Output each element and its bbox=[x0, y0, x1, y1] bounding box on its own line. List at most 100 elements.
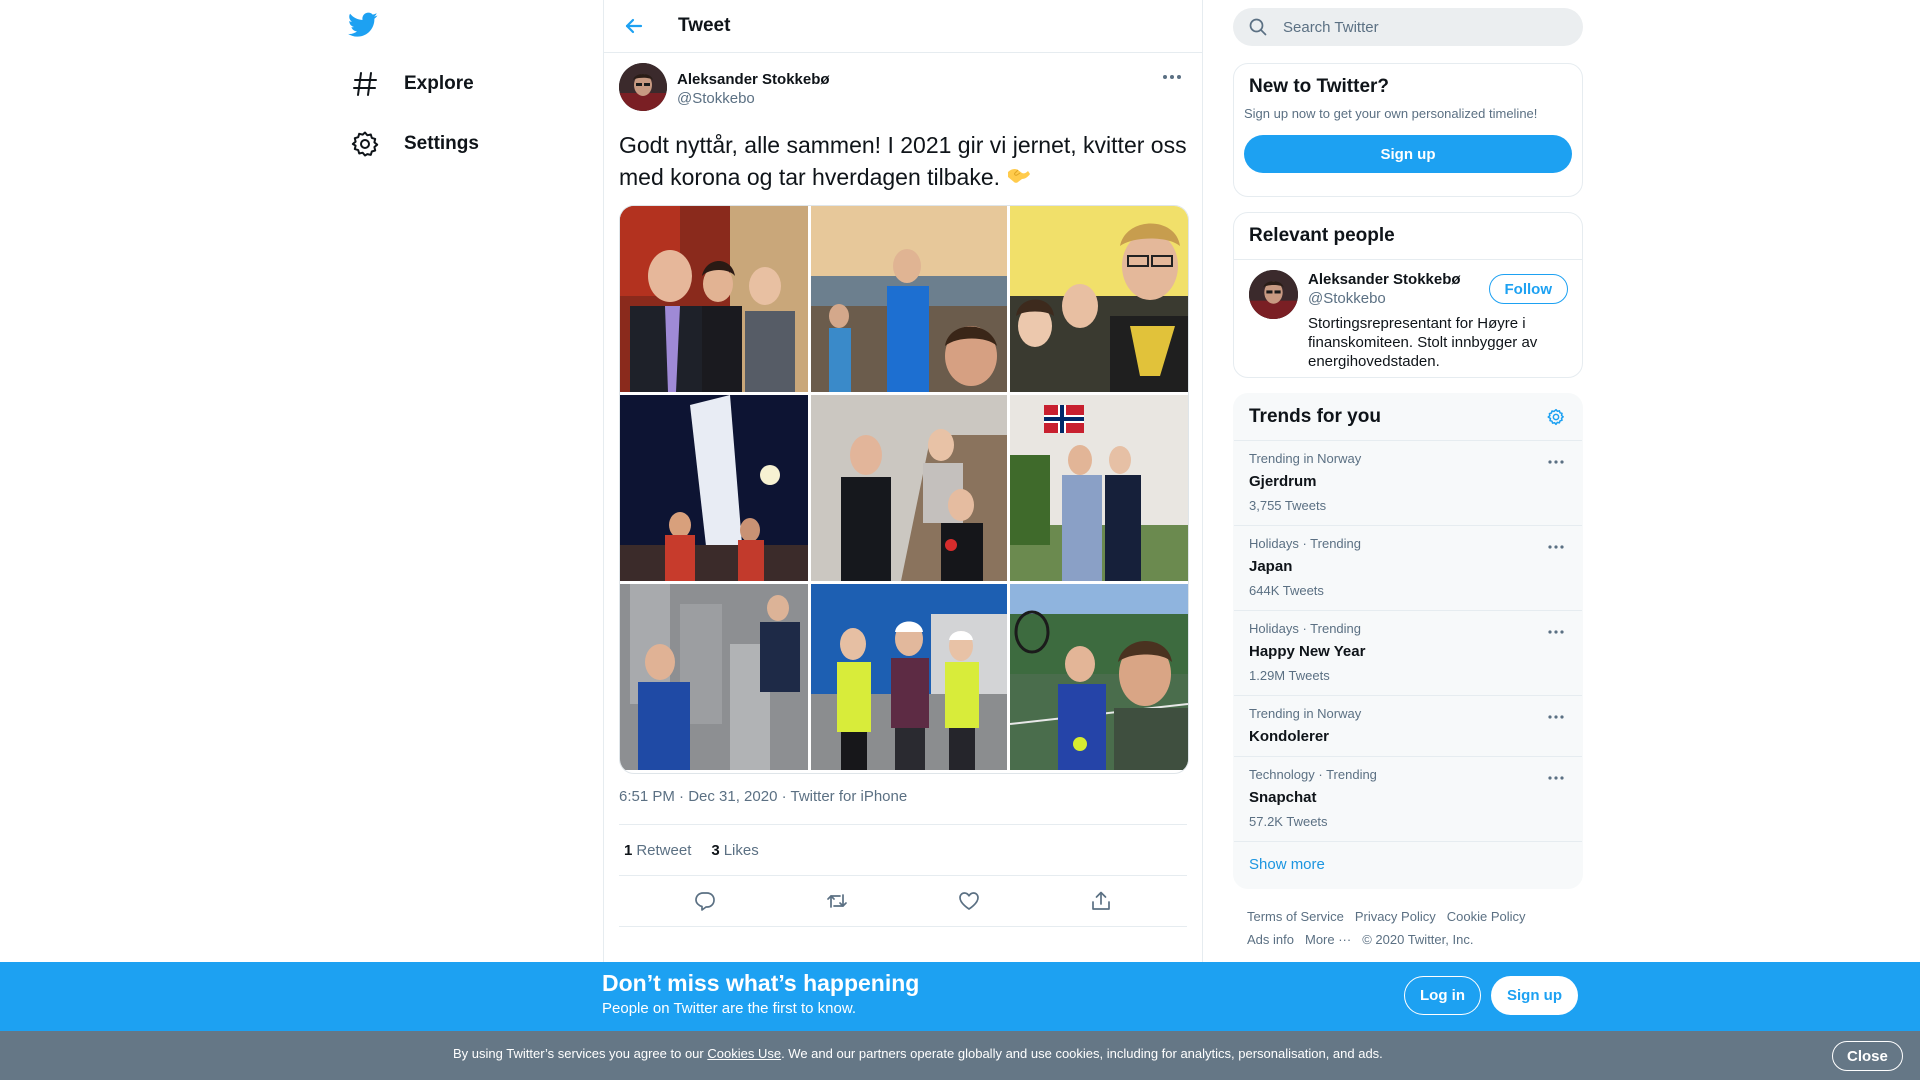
footer-link-more[interactable]: More ··· bbox=[1305, 928, 1351, 951]
search-bar[interactable] bbox=[1233, 8, 1583, 46]
avatar[interactable] bbox=[1249, 270, 1298, 319]
retweet-count: 1 bbox=[624, 841, 633, 859]
trend-item[interactable]: Technology · Trending Snapchat 57.2K Twe… bbox=[1234, 757, 1582, 842]
search-icon bbox=[1249, 18, 1267, 36]
author-name[interactable]: Aleksander Stokkebø bbox=[677, 70, 830, 89]
trend-count: 3,755 Tweets bbox=[1249, 498, 1327, 513]
footer-link-privacy[interactable]: Privacy Policy bbox=[1355, 905, 1436, 928]
like-stat[interactable]: 3 Likes bbox=[711, 842, 758, 859]
follow-button[interactable]: Follow bbox=[1488, 274, 1568, 304]
author-handle[interactable]: @Stokkebo bbox=[677, 89, 830, 108]
signup-banner: Don’t miss what’s happening People on Tw… bbox=[0, 962, 1920, 1031]
gear-icon[interactable] bbox=[1544, 405, 1568, 429]
hashtag-icon bbox=[348, 67, 382, 101]
nav-explore-label: Explore bbox=[404, 73, 474, 94]
trend-name: Snapchat bbox=[1249, 789, 1317, 806]
more-options-icon[interactable] bbox=[1157, 67, 1187, 87]
tweet-actions bbox=[619, 876, 1187, 926]
trends-header: Trends for you bbox=[1234, 394, 1582, 441]
retweet-icon[interactable] bbox=[818, 882, 856, 920]
trend-count: 57.2K Tweets bbox=[1249, 814, 1328, 829]
more-options-icon[interactable] bbox=[1544, 625, 1568, 639]
like-label: Likes bbox=[723, 841, 759, 859]
column-header: Tweet bbox=[604, 0, 1202, 53]
nav-explore[interactable]: Explore bbox=[344, 58, 474, 110]
trend-name: Japan bbox=[1249, 558, 1293, 575]
trend-name: Happy New Year bbox=[1249, 643, 1366, 660]
avatar[interactable] bbox=[619, 63, 667, 111]
footer-link-terms[interactable]: Terms of Service bbox=[1247, 905, 1344, 928]
photo-grid bbox=[619, 205, 1189, 774]
relevant-people-card: Relevant people Aleksander Stokkebø @Sto… bbox=[1233, 212, 1583, 378]
tweet-timestamp[interactable]: 6:51 PM · Dec 31, 2020 · Twitter for iPh… bbox=[619, 788, 1187, 810]
author-names: Aleksander Stokkebø @Stokkebo bbox=[677, 70, 830, 108]
trend-name: Gjerdrum bbox=[1249, 473, 1317, 490]
photo-9[interactable] bbox=[1010, 584, 1188, 770]
cookie-bar: By using Twitter’s services you agree to… bbox=[0, 1031, 1920, 1080]
like-icon[interactable] bbox=[950, 882, 988, 920]
tweet-stats: 1 Retweet 3 Likes bbox=[619, 825, 1187, 875]
trend-item[interactable]: Trending in Norway Kondolerer bbox=[1234, 696, 1582, 757]
relevant-people-title: Relevant people bbox=[1234, 213, 1582, 260]
footer-link-cookie[interactable]: Cookie Policy bbox=[1447, 905, 1526, 928]
page-title: Tweet bbox=[678, 15, 731, 36]
footer-link-ads[interactable]: Ads info bbox=[1247, 928, 1294, 951]
trend-meta: Holidays · Trending bbox=[1249, 536, 1361, 551]
more-options-icon[interactable] bbox=[1544, 455, 1568, 469]
photo-6[interactable] bbox=[1010, 395, 1188, 581]
like-count: 3 bbox=[711, 841, 720, 859]
login-button[interactable]: Log in bbox=[1404, 976, 1481, 1015]
divider bbox=[619, 926, 1187, 927]
trend-item[interactable]: Holidays · Trending Happy New Year 1.29M… bbox=[1234, 611, 1582, 696]
trends-title: Trends for you bbox=[1249, 406, 1381, 427]
trends-card: Trends for you Trending in Norway Gjerdr… bbox=[1233, 393, 1583, 889]
tweet-author[interactable]: Aleksander Stokkebø @Stokkebo bbox=[619, 63, 1187, 115]
retweet-label: Retweet bbox=[636, 841, 692, 859]
cookie-suffix: . We and our partners operate globally a… bbox=[781, 1046, 1383, 1061]
reply-icon[interactable] bbox=[686, 882, 724, 920]
tweet-column: Tweet Aleksander Stokkebø @Stokkebo Godt… bbox=[603, 0, 1203, 1080]
tweet-text: Godt nyttår, alle sammen! I 2021 gir vi … bbox=[619, 129, 1187, 193]
search-input[interactable] bbox=[1283, 18, 1563, 36]
tweet-body: Godt nyttår, alle sammen! I 2021 gir vi … bbox=[619, 132, 1187, 190]
cookie-prefix: By using Twitter’s services you agree to… bbox=[453, 1046, 708, 1061]
more-options-icon[interactable] bbox=[1544, 771, 1568, 785]
nav-settings[interactable]: Settings bbox=[344, 118, 479, 170]
photo-3[interactable] bbox=[1010, 206, 1188, 392]
trend-item[interactable]: Trending in Norway Gjerdrum 3,755 Tweets bbox=[1234, 441, 1582, 526]
new-to-twitter-title: New to Twitter? bbox=[1249, 76, 1390, 97]
trend-name: Kondolerer bbox=[1249, 728, 1330, 745]
more-options-icon[interactable] bbox=[1544, 540, 1568, 554]
cookies-use-link[interactable]: Cookies Use bbox=[707, 1046, 781, 1061]
trend-meta: Holidays · Trending bbox=[1249, 621, 1361, 636]
tweet: Aleksander Stokkebø @Stokkebo Godt nyttå… bbox=[604, 53, 1202, 927]
photo-7[interactable] bbox=[620, 584, 808, 770]
photo-4[interactable] bbox=[620, 395, 808, 581]
new-to-twitter-card: New to Twitter? Sign up now to get your … bbox=[1233, 63, 1583, 197]
trend-meta: Trending in Norway bbox=[1249, 451, 1362, 466]
close-button[interactable]: Close bbox=[1832, 1041, 1903, 1071]
photo-8[interactable] bbox=[811, 584, 1007, 770]
trend-meta: Technology · Trending bbox=[1249, 767, 1377, 782]
banner-subtitle: People on Twitter are the first to know. bbox=[602, 1000, 857, 1017]
photo-5[interactable] bbox=[811, 395, 1007, 581]
gear-icon bbox=[348, 127, 382, 161]
show-more-link[interactable]: Show more bbox=[1234, 842, 1582, 887]
more-options-icon[interactable] bbox=[1544, 710, 1568, 724]
relevant-person[interactable]: Aleksander Stokkebø @Stokkebo Stortingsr… bbox=[1234, 260, 1582, 377]
photo-2[interactable] bbox=[811, 206, 1007, 392]
twitter-logo-icon[interactable] bbox=[348, 12, 380, 44]
trend-item[interactable]: Holidays · Trending Japan 644K Tweets bbox=[1234, 526, 1582, 611]
back-arrow-icon[interactable] bbox=[614, 6, 654, 46]
signup-button[interactable]: Sign up bbox=[1244, 135, 1572, 173]
photo-1[interactable] bbox=[620, 206, 808, 392]
retweet-stat[interactable]: 1 Retweet bbox=[624, 842, 691, 859]
trend-count: 644K Tweets bbox=[1249, 583, 1324, 598]
trend-meta: Trending in Norway bbox=[1249, 706, 1362, 721]
trend-count: 1.29M Tweets bbox=[1249, 668, 1330, 683]
footer-copyright: © 2020 Twitter, Inc. bbox=[1362, 932, 1474, 947]
banner-signup-button[interactable]: Sign up bbox=[1491, 976, 1578, 1015]
handshake-emoji-icon bbox=[1006, 163, 1032, 185]
share-icon[interactable] bbox=[1082, 882, 1120, 920]
banner-title: Don’t miss what’s happening bbox=[602, 970, 920, 996]
